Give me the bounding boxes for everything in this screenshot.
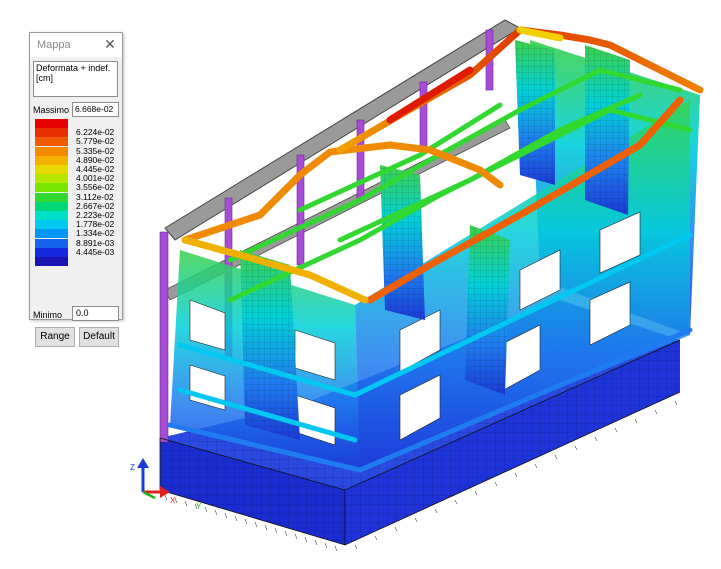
color-scale: 6.224e-02 5.779e-02 5.335e-02 4.890e-02 4.44… [33, 119, 119, 305]
scale-swatch [35, 257, 68, 266]
close-icon[interactable]: ✕ [102, 36, 118, 52]
axis-label-x: X [170, 496, 176, 505]
max-value-input[interactable]: 6.668e-02 [72, 102, 119, 117]
window-titlebar[interactable]: Mappa ✕ [30, 33, 122, 57]
scale-row [33, 257, 119, 266]
axis-label-y: Y [196, 502, 202, 511]
scale-swatch [35, 174, 68, 184]
scale-row: 4.445e-03 [33, 246, 119, 257]
max-label: Massimo [33, 105, 70, 115]
min-value-input[interactable]: 0.0 [72, 306, 119, 321]
default-button[interactable]: Default [79, 327, 119, 347]
scale-swatch [35, 183, 68, 193]
building-model [159, 19, 704, 552]
scale-swatch [35, 211, 68, 220]
scale-value: 4.445e-03 [76, 246, 115, 257]
scale-swatch [35, 119, 68, 128]
window-title: Mappa [37, 39, 71, 51]
scale-swatch [35, 238, 68, 248]
scale-swatch [35, 247, 68, 257]
scale-swatch [35, 192, 68, 202]
result-type-field[interactable]: Deformata + indef. [cm] [33, 61, 118, 97]
window-body: Deformata + indef. [cm] Massimo 6.668e-0… [30, 57, 122, 347]
scale-swatch [35, 128, 68, 138]
scale-swatch [35, 165, 68, 174]
scale-swatch [35, 146, 68, 156]
axis-label-z: Z [130, 463, 135, 472]
scale-swatch [35, 220, 68, 230]
min-label: Minimo [33, 310, 63, 320]
scale-swatch [35, 155, 68, 165]
scale-swatch [35, 201, 68, 211]
range-button[interactable]: Range [35, 327, 75, 347]
scale-swatch [35, 229, 68, 239]
color-map-window[interactable]: Mappa ✕ Deformata + indef. [cm] Massimo … [29, 32, 123, 347]
scale-swatch [35, 137, 68, 147]
